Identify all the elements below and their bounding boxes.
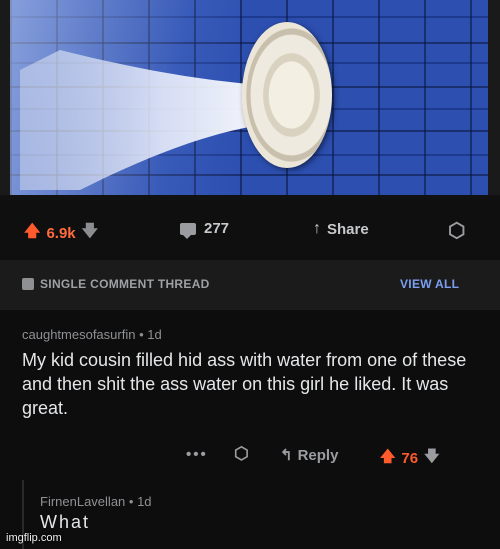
reply-label: Reply [297,446,339,464]
post-score: 6.9k [46,225,76,242]
downvote-icon[interactable]: 🡇 [82,220,98,247]
share-icon: ↑ [313,220,321,237]
comment-author[interactable]: caughtmesofasurfin [22,327,135,342]
upvote-icon[interactable]: 🡅 [380,446,395,471]
reply-icon: ↰ [280,447,293,464]
comment-body: My kid cousin filled hid ass with water … [22,350,467,418]
comment: caughtmesofasurfin • 1d My kid cousin fi… [0,310,500,480]
single-comment-thread-bar: SINGLE COMMENT THREAD VIEW ALL [0,260,500,310]
thread-icon [22,278,34,290]
more-icon[interactable]: ••• [186,446,208,463]
water-jet [20,50,260,190]
comment-icon [180,222,196,239]
thread-title: SINGLE COMMENT THREAD [40,277,210,291]
pool-photo [10,0,488,200]
comment-vote: 🡅 76 🡇 [380,446,440,471]
post-image[interactable] [0,0,500,200]
reply-author[interactable]: FirnenLavellan [40,494,125,509]
post-action-bar: 🡅 6.9k 🡇 277 ↑ Share ⬡ [0,200,500,260]
watermark: imgflip.com [6,532,62,544]
award-icon[interactable]: ⬡ [234,444,249,464]
reply-comment: FirnenLavellan • 1d What [0,480,500,549]
comments-count: 277 [204,220,230,237]
share-label: Share [327,220,369,238]
post-vote: 🡅 6.9k 🡇 [24,220,98,247]
reply-meta: FirnenLavellan • 1d [40,494,152,509]
comments-button[interactable]: 277 [180,220,230,239]
downvote-icon[interactable]: 🡇 [424,446,439,471]
comment-age: 1d [147,327,162,342]
reply-button[interactable]: ↰ Reply [280,446,339,465]
reply-body: What [40,512,91,532]
view-all-link[interactable]: VIEW ALL [400,277,459,291]
comment-score: 76 [401,450,419,467]
award-icon[interactable]: ⬡ [448,218,465,243]
share-button[interactable]: ↑ Share [313,220,369,238]
comment-meta: caughtmesofasurfin • 1d [22,327,162,342]
pool-jet-nozzle [242,22,332,168]
reply-age: 1d [137,494,152,509]
upvote-icon[interactable]: 🡅 [24,220,40,247]
comment-actions: ••• ⬡ ↰ Reply 🡅 76 🡇 [0,444,500,474]
